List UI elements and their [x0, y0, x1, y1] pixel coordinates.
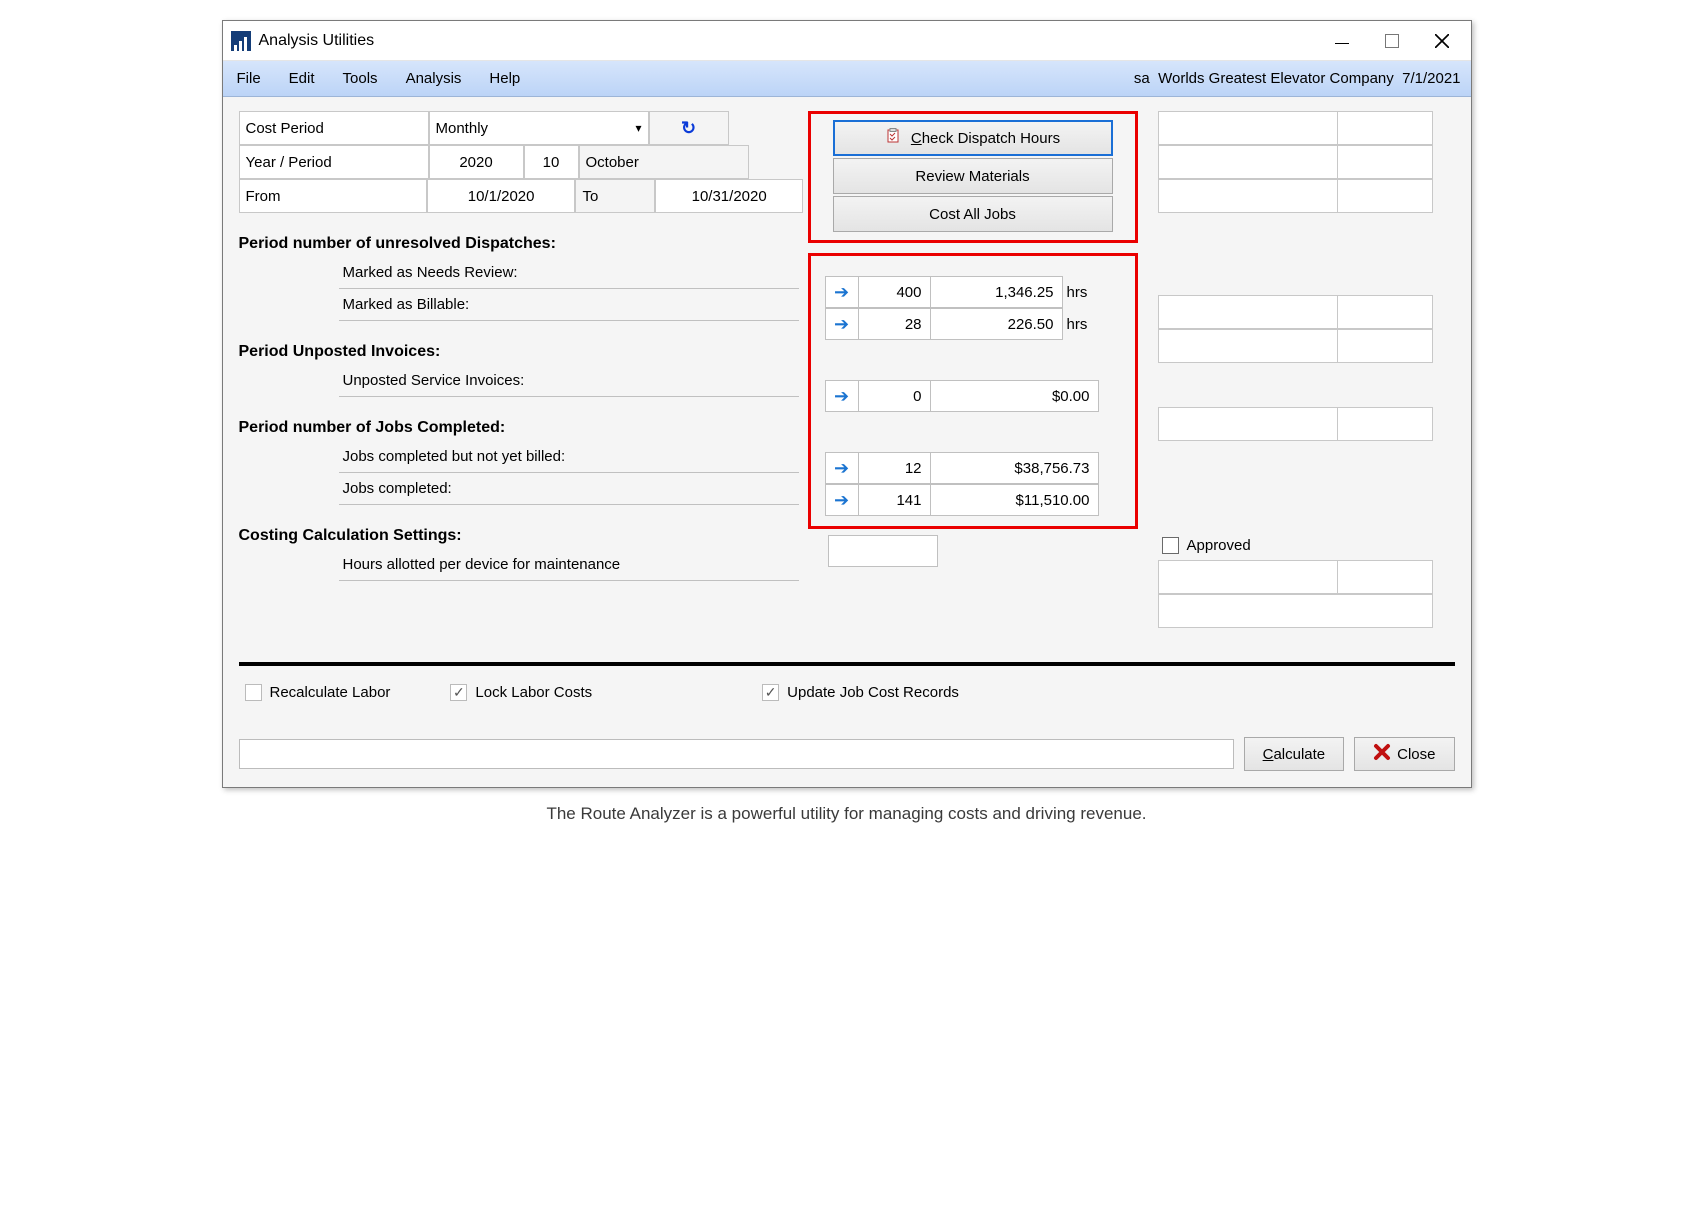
unposted-service-label: Unposted Service Invoices:	[339, 372, 525, 389]
status-bar	[239, 739, 1234, 769]
jobs-unbilled-amount: $38,756.73	[931, 452, 1099, 484]
menu-tools[interactable]: Tools	[343, 70, 378, 87]
hours-allotted-label: Hours allotted per device for maintenanc…	[339, 556, 621, 573]
bottom-options: Recalculate Labor Lock Labor Costs Updat…	[239, 684, 1455, 701]
year-input[interactable]: 2020	[429, 145, 524, 179]
status-user: sa	[1134, 70, 1150, 87]
period-number-input[interactable]: 10	[524, 145, 579, 179]
clipboard-icon	[885, 128, 901, 148]
hours-allotted-input[interactable]	[828, 535, 938, 567]
period-controls: Cost Period Monthly ▾ ↻ Year / Period 20…	[239, 111, 804, 213]
arrow-right-icon: ➔	[834, 386, 849, 407]
jobs-unbilled-label: Jobs completed but not yet billed:	[339, 448, 566, 465]
update-job-cost-label: Update Job Cost Records	[787, 684, 959, 701]
approved-checkbox-row: Approved	[1162, 537, 1455, 554]
arrow-right-icon: ➔	[834, 490, 849, 511]
chevron-down-icon: ▾	[635, 121, 641, 135]
close-window-button[interactable]	[1417, 22, 1467, 60]
unposted-count: 0	[859, 380, 931, 412]
right-table-1	[1158, 111, 1455, 213]
menubar: File Edit Tools Analysis Help sa Worlds …	[223, 61, 1471, 97]
refresh-button[interactable]: ↻	[649, 111, 729, 145]
check-dispatch-hours-label: Check Dispatch Hours	[911, 130, 1060, 147]
cost-all-jobs-label: Cost All Jobs	[929, 206, 1016, 223]
image-caption: The Route Analyzer is a powerful utility…	[222, 804, 1472, 824]
lock-labor-costs-label: Lock Labor Costs	[475, 684, 592, 701]
from-label: From	[239, 179, 427, 213]
period-month: October	[579, 145, 749, 179]
billable-drill-button[interactable]: ➔	[825, 308, 859, 340]
window-title: Analysis Utilities	[259, 32, 375, 50]
right-table-3	[1158, 407, 1455, 441]
approved-label: Approved	[1187, 537, 1251, 554]
cost-period-label: Cost Period	[239, 111, 429, 145]
jobs-unbilled-count: 12	[859, 452, 931, 484]
section-divider	[239, 662, 1455, 666]
menu-file[interactable]: File	[237, 70, 261, 87]
cost-all-jobs-button[interactable]: Cost All Jobs	[833, 196, 1113, 232]
needs-review-count: 400	[859, 276, 931, 308]
costing-heading: Costing Calculation Settings:	[239, 527, 804, 545]
titlebar: Analysis Utilities	[223, 21, 1471, 61]
close-button[interactable]: Close	[1354, 737, 1454, 771]
jobs-heading: Period number of Jobs Completed:	[239, 419, 804, 437]
jobs-completed-label: Jobs completed:	[339, 480, 452, 497]
billable-label: Marked as Billable:	[339, 296, 470, 313]
hrs-unit-2: hrs	[1063, 308, 1099, 340]
menu-edit[interactable]: Edit	[289, 70, 315, 87]
needs-review-label: Marked as Needs Review:	[339, 264, 518, 281]
from-date-input[interactable]: 10/1/2020	[427, 179, 576, 213]
to-date-input[interactable]: 10/31/2020	[655, 179, 804, 213]
menu-help[interactable]: Help	[489, 70, 520, 87]
review-materials-label: Review Materials	[915, 168, 1029, 185]
calculate-button[interactable]: Calculate	[1244, 737, 1345, 771]
refresh-icon: ↻	[681, 118, 696, 139]
unposted-amount: $0.00	[931, 380, 1099, 412]
jobs-unbilled-drill-button[interactable]: ➔	[825, 452, 859, 484]
calculate-label: Calculate	[1263, 746, 1326, 763]
menu-analysis[interactable]: Analysis	[406, 70, 462, 87]
close-x-icon	[1373, 743, 1391, 765]
unposted-heading: Period Unposted Invoices:	[239, 343, 804, 361]
right-table-4	[1158, 560, 1455, 628]
arrow-right-icon: ➔	[834, 458, 849, 479]
unposted-drill-button[interactable]: ➔	[825, 380, 859, 412]
metrics-group: ➔ 400 1,346.25 hrs ➔ 28 226.50 hrs	[808, 253, 1138, 529]
billable-count: 28	[859, 308, 931, 340]
analysis-utilities-window: Analysis Utilities File Edit Tools Analy…	[222, 20, 1472, 788]
status-date: 7/1/2021	[1402, 70, 1460, 87]
right-table-2	[1158, 295, 1455, 363]
maximize-button[interactable]	[1367, 22, 1417, 60]
recalculate-labor-checkbox[interactable]	[245, 684, 262, 701]
hrs-unit: hrs	[1063, 276, 1099, 308]
arrow-right-icon: ➔	[834, 314, 849, 335]
lock-labor-costs-checkbox[interactable]	[450, 684, 467, 701]
year-period-label: Year / Period	[239, 145, 429, 179]
cost-period-value: Monthly	[436, 120, 489, 137]
arrow-right-icon: ➔	[834, 282, 849, 303]
app-icon	[231, 31, 251, 51]
close-label: Close	[1397, 746, 1435, 763]
approved-checkbox[interactable]	[1162, 537, 1179, 554]
review-materials-button[interactable]: Review Materials	[833, 158, 1113, 194]
minimize-button[interactable]	[1317, 22, 1367, 60]
status-right: sa Worlds Greatest Elevator Company 7/1/…	[1134, 70, 1461, 87]
cost-period-select[interactable]: Monthly ▾	[429, 111, 649, 145]
jobs-completed-count: 141	[859, 484, 931, 516]
update-job-cost-checkbox[interactable]	[762, 684, 779, 701]
needs-review-drill-button[interactable]: ➔	[825, 276, 859, 308]
action-buttons-group: Check Dispatch Hours Review Materials Co…	[808, 111, 1138, 243]
jobs-completed-drill-button[interactable]: ➔	[825, 484, 859, 516]
status-company: Worlds Greatest Elevator Company	[1158, 70, 1394, 87]
check-dispatch-hours-button[interactable]: Check Dispatch Hours	[833, 120, 1113, 156]
jobs-completed-amount: $11,510.00	[931, 484, 1099, 516]
recalculate-labor-label: Recalculate Labor	[270, 684, 391, 701]
dispatches-heading: Period number of unresolved Dispatches:	[239, 235, 804, 253]
to-label: To	[575, 179, 654, 213]
needs-review-hours: 1,346.25	[931, 276, 1063, 308]
footer: Calculate Close	[239, 737, 1455, 771]
billable-hours: 226.50	[931, 308, 1063, 340]
